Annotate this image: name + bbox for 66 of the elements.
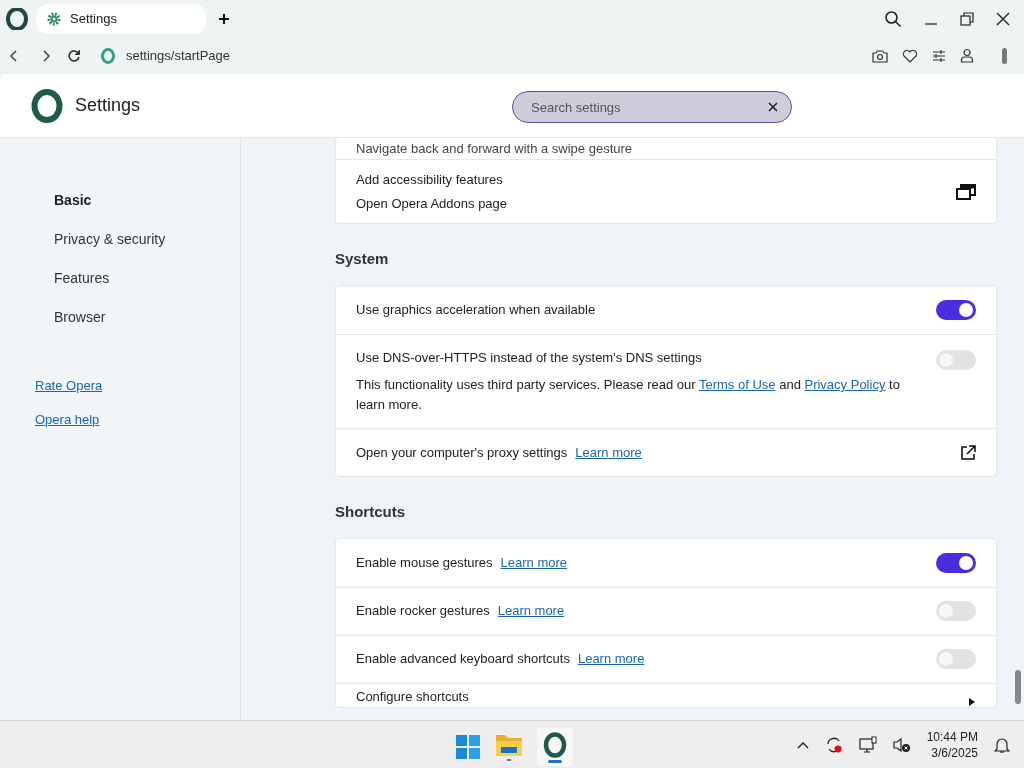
sidebar-item[interactable]: Basic bbox=[54, 190, 240, 211]
restore-icon[interactable] bbox=[960, 11, 974, 26]
setting-label: Use DNS-over-HTTPS instead of the system's DNS settings bbox=[356, 348, 702, 367]
camera-icon[interactable] bbox=[872, 48, 888, 63]
sidebar-item[interactable]: Features bbox=[54, 268, 240, 289]
learn-more-link[interactable]: Learn more bbox=[497, 601, 565, 621]
sliders-icon[interactable] bbox=[932, 48, 946, 63]
windows-start-icon[interactable] bbox=[455, 734, 481, 760]
section-heading: System bbox=[335, 249, 390, 269]
scrollbar-thumb[interactable] bbox=[1015, 670, 1021, 704]
setting-label: Enable advanced keyboard shortcuts bbox=[356, 650, 570, 669]
setting-label: Configure shortcuts bbox=[356, 689, 469, 704]
page-title: Settings bbox=[75, 94, 141, 117]
clock-time[interactable]: 10:44 PM bbox=[926, 729, 978, 745]
setting-label: Use graphics acceleration when available bbox=[356, 300, 596, 319]
learn-more-link[interactable]: Learn more bbox=[577, 649, 645, 669]
setting-label: Open your computer's proxy settings bbox=[356, 443, 568, 462]
clock-date[interactable]: 3/6/2025 bbox=[931, 745, 978, 761]
gear-icon bbox=[46, 10, 62, 27]
clear-icon[interactable] bbox=[768, 102, 778, 112]
toggle-switch[interactable] bbox=[936, 299, 976, 320]
address-field[interactable]: settings/startPage bbox=[126, 45, 231, 66]
sidebar-link[interactable]: Rate Opera bbox=[35, 376, 103, 396]
chevron-right-icon[interactable] bbox=[968, 696, 976, 707]
setting-label: Add accessibility features bbox=[356, 171, 504, 189]
new-tab-icon[interactable] bbox=[218, 12, 230, 25]
network-icon[interactable] bbox=[858, 736, 877, 754]
close-icon[interactable] bbox=[996, 11, 1010, 26]
toggle-switch[interactable] bbox=[936, 349, 976, 370]
setting-sublabel: Open Opera Addons page bbox=[356, 194, 509, 213]
browser-tab[interactable]: Settings bbox=[36, 3, 206, 34]
toggle-switch[interactable] bbox=[936, 601, 976, 621]
chevron-up-icon[interactable] bbox=[796, 741, 809, 749]
setting-label: Enable rocker gestures bbox=[356, 602, 490, 621]
external-link-icon[interactable] bbox=[960, 444, 976, 461]
back-icon[interactable] bbox=[8, 48, 20, 63]
search-field[interactable]: Search settings bbox=[512, 91, 792, 123]
setting-label: Navigate back and forward with a swipe gesture bbox=[356, 140, 633, 156]
opera-logo-icon bbox=[100, 47, 116, 64]
opera-taskbar-button[interactable] bbox=[537, 728, 573, 766]
policy-link[interactable]: Terms of Use bbox=[699, 377, 776, 392]
opera-logo-icon[interactable] bbox=[6, 7, 28, 30]
setting-description: This functionality uses third party services. Please read our Terms of Use and Privacy Policy to learn more. bbox=[356, 376, 901, 414]
forward-icon[interactable] bbox=[40, 48, 52, 63]
policy-link[interactable]: Privacy Policy bbox=[804, 377, 886, 392]
search-icon[interactable] bbox=[884, 9, 902, 28]
sync-icon[interactable] bbox=[824, 736, 843, 754]
toggle-switch[interactable] bbox=[936, 552, 976, 573]
windows-icon[interactable] bbox=[956, 183, 976, 200]
reload-icon[interactable] bbox=[67, 48, 81, 63]
learn-more-link[interactable]: Learn more bbox=[500, 552, 568, 573]
opera-logo-icon bbox=[31, 88, 63, 123]
speaker-muted-icon[interactable] bbox=[892, 737, 911, 753]
sidebar-item[interactable]: Privacy & security bbox=[54, 229, 240, 250]
folder-icon[interactable] bbox=[495, 732, 523, 762]
user-icon[interactable] bbox=[960, 48, 974, 63]
scrollbar-thumb[interactable] bbox=[1002, 47, 1007, 64]
heart-icon[interactable] bbox=[902, 48, 918, 63]
bell-icon[interactable] bbox=[994, 736, 1010, 754]
toggle-switch[interactable] bbox=[936, 649, 976, 669]
sidebar-link[interactable]: Opera help bbox=[35, 409, 100, 429]
learn-more-link[interactable]: Learn more bbox=[575, 442, 642, 463]
tab-title: Settings bbox=[70, 9, 117, 28]
sidebar-item[interactable]: Browser bbox=[54, 307, 240, 328]
section-heading: Shortcuts bbox=[335, 502, 406, 522]
setting-label: Enable mouse gestures bbox=[356, 553, 493, 572]
